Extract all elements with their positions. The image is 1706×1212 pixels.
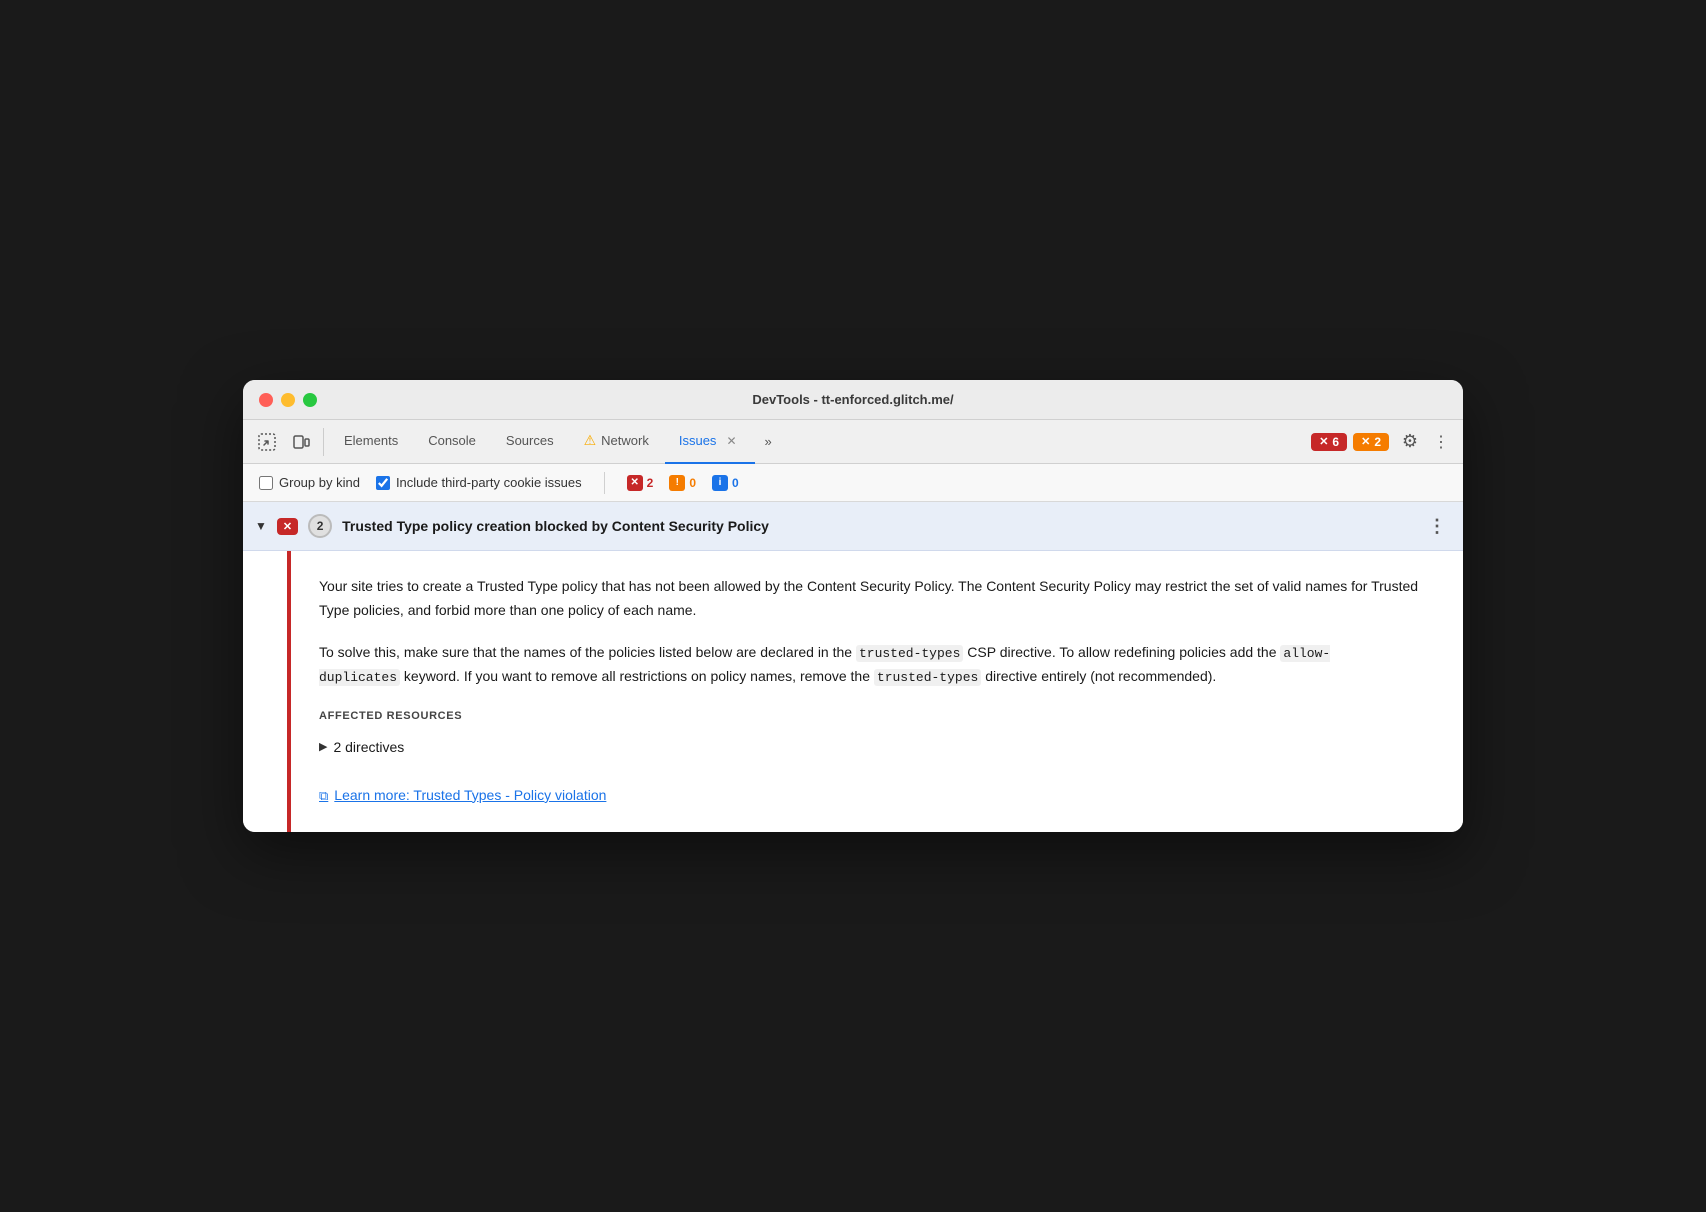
close-button[interactable] (259, 393, 273, 407)
sub-error-icon: ✕ (627, 475, 643, 491)
window-buttons (259, 393, 317, 407)
tab-issues-close[interactable]: ✕ (722, 432, 740, 450)
tab-sources[interactable]: Sources (492, 420, 568, 464)
issue-header[interactable]: ▼ ✕ 2 Trusted Type policy creation block… (243, 502, 1463, 551)
learn-more-text: Learn more: Trusted Types - Policy viola… (334, 784, 606, 808)
directives-row[interactable]: ▶ 2 directives (319, 736, 1431, 760)
error-icon: ✕ (1319, 435, 1328, 448)
error-badge[interactable]: ✕ 6 (1311, 433, 1347, 451)
code-trusted-types-1: trusted-types (856, 645, 963, 662)
issue-content: Your site tries to create a Trusted Type… (291, 551, 1463, 831)
main-toolbar: Elements Console Sources ⚠ Network Issue… (243, 420, 1463, 464)
sub-toolbar: Group by kind Include third-party cookie… (243, 464, 1463, 502)
minimize-button[interactable] (281, 393, 295, 407)
toolbar-divider (323, 428, 324, 456)
sub-info-icon: i (712, 475, 728, 491)
issue-description-1: Your site tries to create a Trusted Type… (319, 575, 1431, 623)
title-bar: DevTools - tt-enforced.glitch.me/ (243, 380, 1463, 420)
issue-error-badge: ✕ (277, 518, 298, 535)
sub-toolbar-separator (604, 472, 605, 494)
devtools-window: DevTools - tt-enforced.glitch.me/ Elemen… (243, 380, 1463, 831)
warning-badge[interactable]: ✕ 2 (1353, 433, 1389, 451)
issue-description-2: To solve this, make sure that the names … (319, 641, 1431, 689)
sub-warning-icon: ! (669, 475, 685, 491)
tab-console[interactable]: Console (414, 420, 490, 464)
device-toggle-icon[interactable] (285, 426, 317, 458)
issue-more-button[interactable]: ⋮ (1423, 512, 1451, 540)
affected-resources-title: AFFECTED RESOURCES (319, 707, 1431, 726)
group-by-kind-checkbox[interactable] (259, 476, 273, 490)
issue-title: Trusted Type policy creation blocked by … (342, 518, 1413, 534)
tab-issues[interactable]: Issues ✕ (665, 420, 755, 464)
directives-arrow-icon: ▶ (319, 738, 327, 757)
sub-info-badge[interactable]: i 0 (712, 475, 739, 491)
sub-error-badge[interactable]: ✕ 2 (627, 475, 654, 491)
warning-icon: ⚠ (584, 432, 597, 449)
tab-elements[interactable]: Elements (330, 420, 412, 464)
include-third-party-label[interactable]: Include third-party cookie issues (376, 475, 582, 490)
tab-network[interactable]: ⚠ Network (570, 420, 663, 464)
error-x-icon: ✕ (283, 520, 292, 533)
learn-more-link[interactable]: ⧉ Learn more: Trusted Types - Policy vio… (319, 784, 1431, 808)
settings-icon[interactable]: ⚙ (1395, 427, 1425, 457)
inspector-icon[interactable] (251, 426, 283, 458)
directives-label: 2 directives (333, 736, 404, 760)
issue-body: Your site tries to create a Trusted Type… (243, 551, 1463, 831)
content-area: ▼ ✕ 2 Trusted Type policy creation block… (243, 502, 1463, 831)
maximize-button[interactable] (303, 393, 317, 407)
include-third-party-checkbox[interactable] (376, 476, 390, 490)
sub-warning-badge[interactable]: ! 0 (669, 475, 696, 491)
warning-badge-icon: ✕ (1361, 435, 1370, 448)
chevron-down-icon[interactable]: ▼ (255, 519, 267, 533)
external-link-icon: ⧉ (319, 785, 328, 807)
issue-count-badge: 2 (308, 514, 332, 538)
tab-more[interactable]: » (757, 420, 780, 464)
code-trusted-types-2: trusted-types (874, 669, 981, 686)
group-by-kind-label[interactable]: Group by kind (259, 475, 360, 490)
affected-resources: AFFECTED RESOURCES ▶ 2 directives (319, 707, 1431, 759)
code-allow-duplicates: allow-duplicates (319, 645, 1330, 686)
window-title: DevTools - tt-enforced.glitch.me/ (752, 392, 953, 407)
more-options-icon[interactable]: ⋮ (1427, 428, 1455, 456)
